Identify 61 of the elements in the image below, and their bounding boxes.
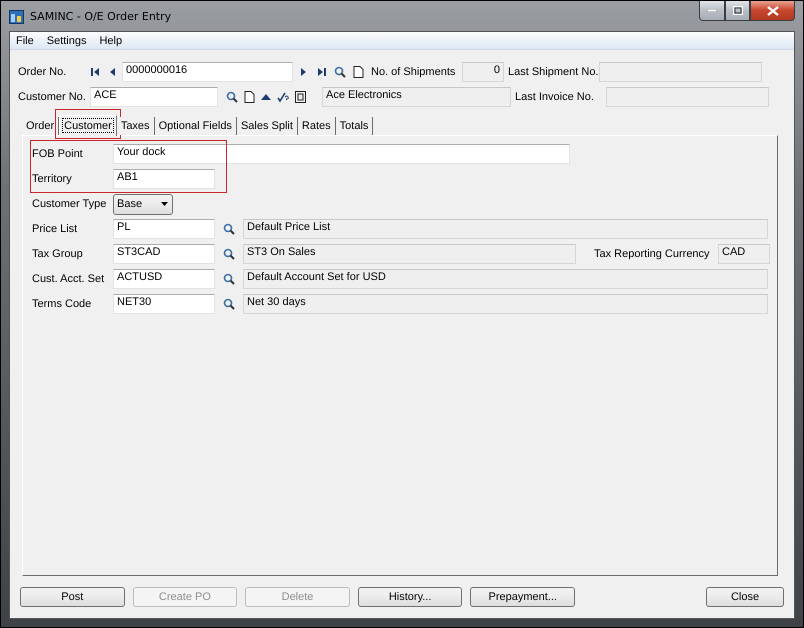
- description-field: Default Price List: [243, 219, 768, 239]
- order-number-field[interactable]: 0000000016: [122, 62, 293, 82]
- field-label: Customer Type: [32, 198, 108, 210]
- search-icon[interactable]: [223, 248, 235, 260]
- shipments-field: 0: [462, 62, 504, 82]
- text-field[interactable]: ST3CAD: [113, 244, 215, 264]
- customer-number-field[interactable]: ACE: [90, 87, 218, 107]
- maximize-button[interactable]: [725, 1, 750, 21]
- menu-item[interactable]: Settings: [46, 34, 86, 46]
- last-record-icon[interactable]: [317, 67, 327, 77]
- field-label: Last Shipment No.: [508, 66, 599, 78]
- close-icon: [766, 6, 778, 16]
- minimize-icon: [707, 9, 717, 12]
- close-window-button[interactable]: [750, 1, 795, 21]
- app-icon: [9, 8, 24, 24]
- field-label: No. of Shipments: [371, 66, 456, 78]
- field-label: Price List: [32, 223, 78, 235]
- field-label: FOB Point: [32, 148, 84, 160]
- search-icon[interactable]: [334, 66, 346, 78]
- action-button[interactable]: History...: [358, 587, 462, 607]
- menu-item[interactable]: Help: [99, 34, 122, 46]
- tab[interactable]: Customer: [59, 115, 117, 136]
- field-label: Cust. Acct. Set: [32, 273, 106, 285]
- field-label: Last Invoice No.: [515, 91, 595, 103]
- minimize-button[interactable]: [699, 1, 725, 21]
- new-document-icon[interactable]: [244, 91, 255, 103]
- customer-name-field: Ace Electronics: [322, 87, 511, 107]
- action-button[interactable]: Close: [706, 587, 784, 607]
- menu-item[interactable]: File: [16, 34, 34, 46]
- tab[interactable]: Optional Fields: [154, 117, 237, 135]
- check-question-icon[interactable]: [277, 91, 289, 103]
- new-document-icon[interactable]: [353, 66, 364, 78]
- dropdown[interactable]: Base: [113, 194, 173, 214]
- search-icon[interactable]: [223, 223, 235, 235]
- card-icon[interactable]: [295, 91, 306, 103]
- first-record-icon[interactable]: [90, 67, 100, 77]
- search-icon[interactable]: [226, 91, 238, 103]
- field-label: Order No.: [18, 66, 68, 78]
- action-button[interactable]: Prepayment...: [470, 587, 576, 607]
- tab[interactable]: Totals: [336, 117, 374, 135]
- dropdown-arrow-icon: [161, 202, 168, 206]
- field-label: Tax Group: [32, 248, 84, 260]
- search-icon[interactable]: [223, 298, 235, 310]
- text-field[interactable]: PL: [113, 219, 215, 239]
- text-field[interactable]: Your dock: [113, 144, 570, 164]
- text-field[interactable]: AB1: [113, 169, 215, 189]
- up-arrow-icon[interactable]: [261, 93, 271, 101]
- text-field[interactable]: NET30: [113, 294, 215, 314]
- field-label: Customer No.: [18, 91, 87, 103]
- description-field: Net 30 days: [243, 294, 768, 314]
- text-field[interactable]: ACTUSD: [113, 269, 215, 289]
- action-button[interactable]: Post: [20, 587, 125, 607]
- maximize-icon: [732, 6, 742, 15]
- currency-field: CAD: [718, 244, 770, 264]
- field-label: Tax Reporting Currency: [594, 248, 711, 260]
- description-field: Default Account Set for USD: [243, 269, 768, 289]
- field-label: Terms Code: [32, 298, 92, 310]
- window-title: SAMINC - O/E Order Entry: [30, 10, 172, 22]
- search-icon[interactable]: [223, 273, 235, 285]
- field-label: Territory: [32, 173, 73, 185]
- description-field: ST3 On Sales: [243, 244, 576, 264]
